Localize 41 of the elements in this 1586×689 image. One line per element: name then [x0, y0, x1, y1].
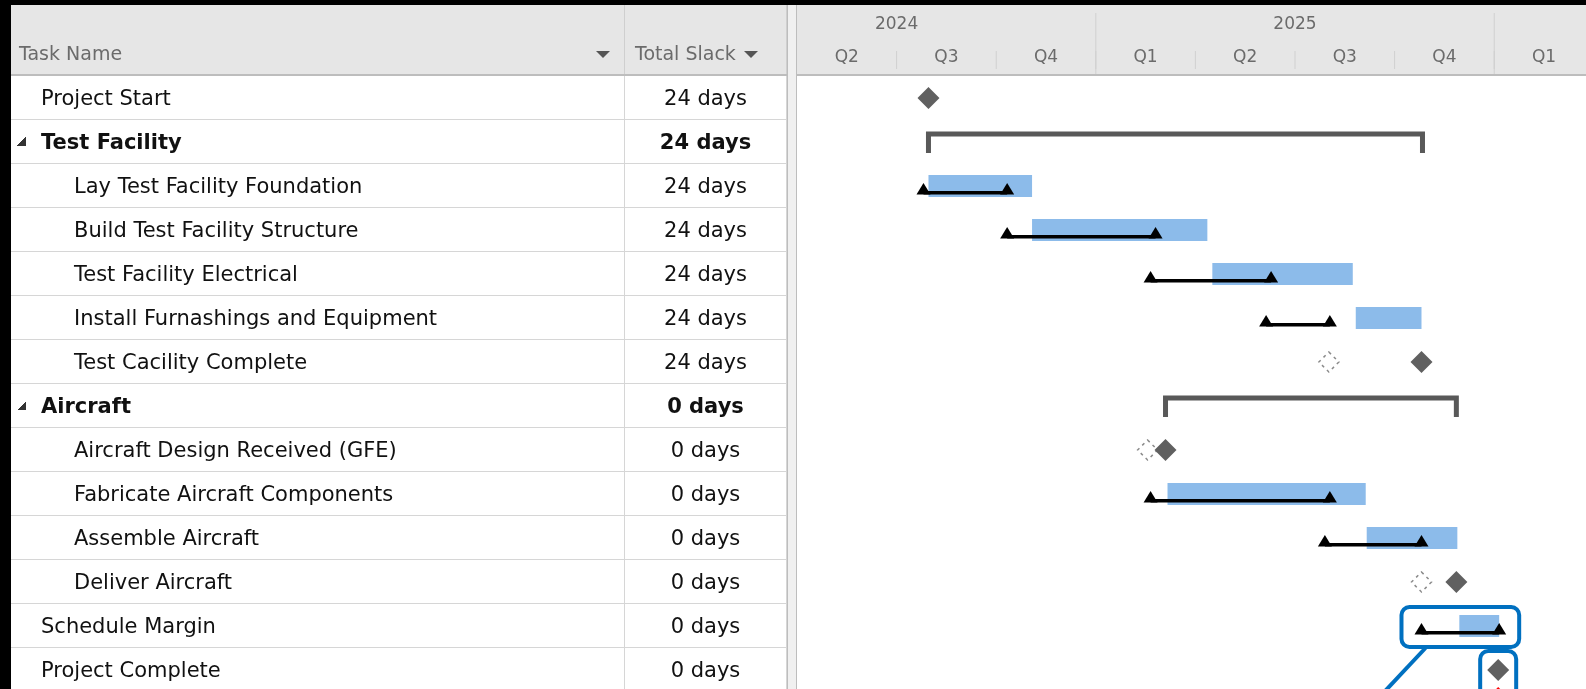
- total-slack-cell: 0 days: [670, 613, 741, 638]
- quarter-label: Q4: [1432, 46, 1457, 66]
- task-name-cell: Aircraft Design Received (GFE): [74, 437, 397, 462]
- task-name-cell: Build Test Facility Structure: [74, 217, 359, 242]
- total-slack-cell: 0 days: [670, 437, 741, 462]
- quarter-label: Q1: [1133, 46, 1158, 66]
- quarter-label: Q3: [934, 46, 959, 66]
- dropdown-caret-icon[interactable]: [743, 51, 758, 58]
- total-slack-cell: 24 days: [664, 305, 747, 330]
- task-name-cell: Schedule Margin: [41, 613, 216, 638]
- task-name-cell: Project Complete: [41, 657, 221, 682]
- quarter-label: Q4: [1033, 46, 1059, 66]
- quarter-label: Q2: [1233, 46, 1258, 66]
- total-slack-cell: 24 days: [659, 129, 752, 154]
- task-name-cell: Test Facility Electrical: [74, 261, 298, 286]
- total-slack-cell: 24 days: [664, 85, 747, 110]
- task-name-cell: Test Facility: [41, 129, 182, 154]
- task-name-cell: Project Start: [41, 85, 171, 110]
- total-slack-cell: 24 days: [664, 261, 747, 286]
- total-slack-cell: 0 days: [667, 393, 744, 418]
- quarter-label: Q3: [1332, 46, 1357, 66]
- task-name-cell: Test Cacility Complete: [74, 349, 308, 374]
- year-label: 2024: [874, 13, 919, 33]
- column-header[interactable]: Task Name: [11, 5, 625, 74]
- task-name-cell: Deliver Aircraft: [74, 569, 233, 594]
- quarter-label: Q2: [834, 46, 859, 66]
- task-name-cell: Assemble Aircraft: [74, 525, 260, 550]
- total-slack-cell: 24 days: [664, 173, 747, 198]
- task-name-cell: Aircraft: [41, 393, 131, 418]
- total-slack-cell: 0 days: [670, 481, 741, 506]
- quarter-label: Q1: [1531, 46, 1557, 66]
- year-label: 2025: [1273, 13, 1317, 33]
- total-slack-cell: 0 days: [670, 525, 741, 550]
- dropdown-caret-icon[interactable]: [596, 51, 610, 58]
- task-name-cell: Install Furnashings and Equipment: [74, 305, 438, 330]
- total-slack-cell: 0 days: [670, 657, 741, 682]
- total-slack-cell: 24 days: [664, 349, 747, 374]
- task-name-cell: Lay Test Facility Foundation: [74, 173, 363, 198]
- total-slack-cell: 24 days: [664, 217, 747, 242]
- total-slack-cell: 0 days: [670, 569, 741, 594]
- task-name-cell: Fabricate Aircraft Components: [74, 481, 394, 506]
